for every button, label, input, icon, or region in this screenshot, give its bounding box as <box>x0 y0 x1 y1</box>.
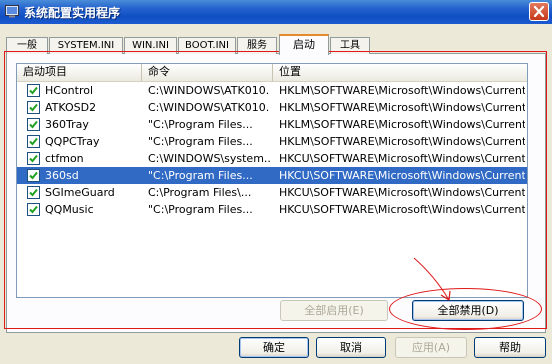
row-command: C:\WINDOWS\ATK010... <box>148 84 270 97</box>
tab-services[interactable]: 服务 <box>237 37 277 54</box>
row-location: HKCU\SOFTWARE\Microsoft\Windows\Current.… <box>279 186 525 199</box>
list-row[interactable]: SGImeGuard C:\Program Files\... HKCU\SOFTW… <box>17 184 527 201</box>
checkmark-icon <box>29 86 38 95</box>
tab-general[interactable]: 一般 <box>6 37 48 54</box>
row-location: HKCU\SOFTWARE\Microsoft\Windows\Current.… <box>279 169 525 182</box>
checkmark-icon <box>29 154 38 163</box>
checkmark-icon <box>29 120 38 129</box>
ok-button[interactable]: 确定 <box>239 337 309 358</box>
column-header-startup-item[interactable]: 启动项目 <box>17 64 142 81</box>
list-row[interactable]: QQMusic "C:\Program Files... HKCU\SOFTWARE… <box>17 201 527 218</box>
checkmark-icon <box>29 137 38 146</box>
list-row[interactable]: ctfmon C:\WINDOWS\system... HKCU\SOFTWARE\… <box>17 150 527 167</box>
row-location: HKCU\SOFTWARE\Microsoft\Windows\Current.… <box>279 203 525 216</box>
row-command: C:\WINDOWS\system... <box>148 152 270 165</box>
startup-list[interactable]: 启动项目 命令 位置 HControl C:\WINDOWS\ATK010... H… <box>16 63 528 298</box>
tab-tools[interactable]: 工具 <box>330 37 370 54</box>
row-name: SGImeGuard <box>45 186 115 199</box>
row-name: 360sd <box>45 169 79 182</box>
apply-button[interactable]: 应用(A) <box>395 337 467 358</box>
list-row[interactable]: 360sd "C:\Program Files... HKCU\SOFTWARE\M… <box>17 167 527 184</box>
tab-label: BOOT.INI <box>185 40 229 51</box>
checkmark-icon <box>29 205 38 214</box>
tab-label: 服务 <box>247 40 267 51</box>
tab-label: WIN.INI <box>132 40 169 51</box>
row-name: HControl <box>45 84 94 97</box>
row-name: ATKOSD2 <box>45 101 97 114</box>
tab-boot-ini[interactable]: BOOT.INI <box>178 37 236 54</box>
row-name: QQPCTray <box>45 135 100 148</box>
title-bar[interactable]: 系统配置实用程序 <box>0 0 552 24</box>
row-checkbox[interactable] <box>27 169 40 182</box>
row-name: QQMusic <box>45 203 94 216</box>
close-button[interactable] <box>529 2 549 21</box>
cancel-button[interactable]: 取消 <box>316 337 386 358</box>
window-body: 一般 SYSTEM.INI WIN.INI BOOT.INI 服务 启动 工具 … <box>0 24 552 364</box>
row-checkbox[interactable] <box>27 135 40 148</box>
row-command: "C:\Program Files... <box>148 203 253 216</box>
row-name: 360Tray <box>45 118 89 131</box>
checkmark-icon <box>29 103 38 112</box>
msconfig-app-icon <box>5 5 19 18</box>
disable-all-button[interactable]: 全部禁用(D) <box>412 300 524 321</box>
row-checkbox[interactable] <box>27 118 40 131</box>
enable-all-button[interactable]: 全部启用(E) <box>280 300 388 321</box>
list-header: 启动项目 命令 位置 <box>17 64 527 82</box>
list-row[interactable]: HControl C:\WINDOWS\ATK010... HKLM\SOFTWAR… <box>17 82 527 99</box>
window-title: 系统配置实用程序 <box>24 6 121 20</box>
row-location: HKLM\SOFTWARE\Microsoft\Windows\Current.… <box>279 84 525 97</box>
row-command: "C:\Program Files... <box>148 169 253 182</box>
tab-label: 一般 <box>17 40 37 51</box>
column-header-command[interactable]: 命令 <box>142 64 273 81</box>
row-command: "C:\Program Files... <box>148 135 253 148</box>
row-location: HKLM\SOFTWARE\Microsoft\Windows\Current.… <box>279 135 525 148</box>
tab-label: 启动 <box>293 38 315 51</box>
row-checkbox[interactable] <box>27 101 40 114</box>
help-button[interactable]: 帮助 <box>474 337 546 358</box>
row-name: ctfmon <box>45 152 84 165</box>
tab-system-ini[interactable]: SYSTEM.INI <box>49 37 123 54</box>
row-command: "C:\Program Files... <box>148 118 253 131</box>
tab-startup[interactable]: 启动 <box>279 34 329 55</box>
row-location: HKLM\SOFTWARE\Microsoft\Windows\Current.… <box>279 118 525 131</box>
checkmark-icon <box>29 171 38 180</box>
close-icon <box>533 6 545 17</box>
row-location: HKLM\SOFTWARE\Microsoft\Windows\Current.… <box>279 101 525 114</box>
row-command: C:\WINDOWS\ATK010... <box>148 101 270 114</box>
tab-label: 工具 <box>340 40 360 51</box>
list-row[interactable]: 360Tray "C:\Program Files... HKLM\SOFTWARE… <box>17 116 527 133</box>
checkmark-icon <box>29 188 38 197</box>
row-checkbox[interactable] <box>27 84 40 97</box>
list-row[interactable]: ATKOSD2 C:\WINDOWS\ATK010... HKLM\SOFTWARE… <box>17 99 527 116</box>
column-header-location[interactable]: 位置 <box>273 64 527 81</box>
row-checkbox[interactable] <box>27 152 40 165</box>
row-location: HKCU\SOFTWARE\Microsoft\Windows\Current.… <box>279 152 525 165</box>
row-command: C:\Program Files\... <box>148 186 252 199</box>
row-checkbox[interactable] <box>27 203 40 216</box>
tab-label: SYSTEM.INI <box>57 40 115 51</box>
tab-win-ini[interactable]: WIN.INI <box>124 37 177 54</box>
row-checkbox[interactable] <box>27 186 40 199</box>
list-row[interactable]: QQPCTray "C:\Program Files... HKLM\SOFTWAR… <box>17 133 527 150</box>
